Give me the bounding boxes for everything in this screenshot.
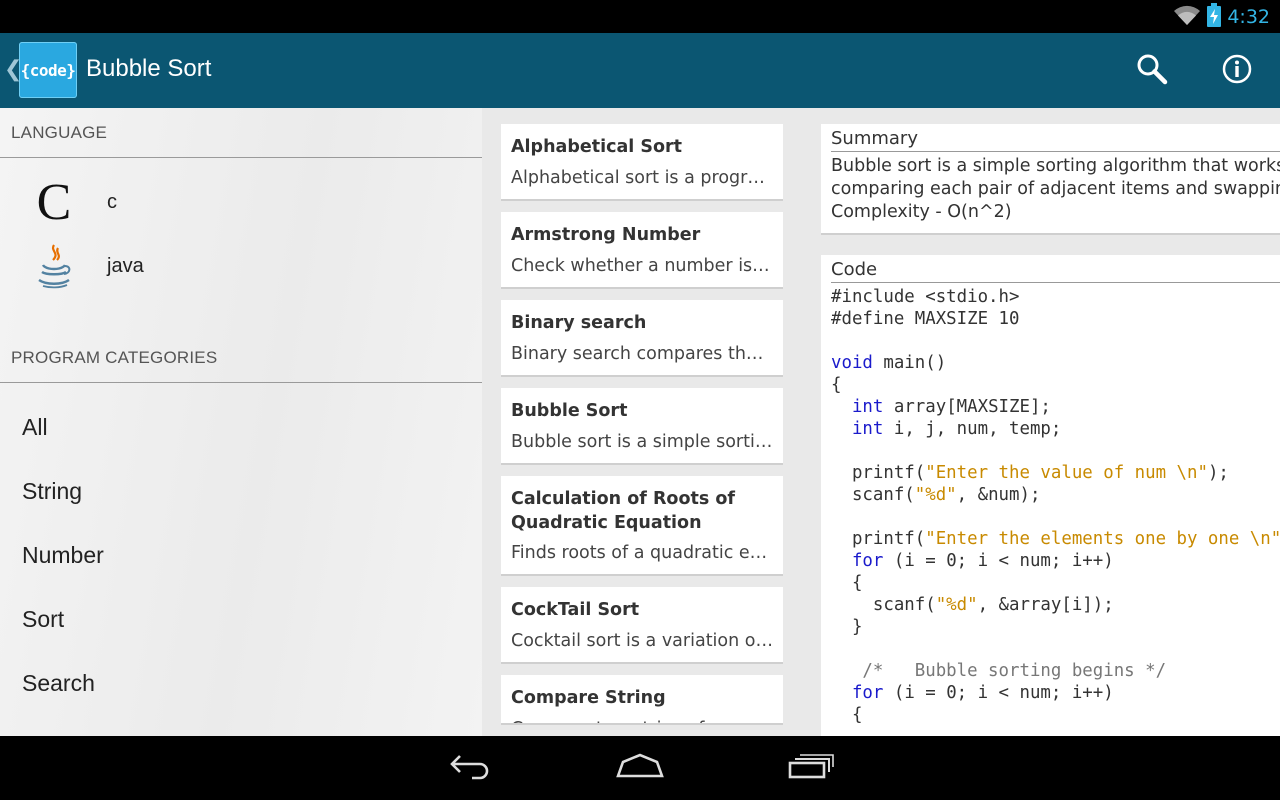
clock: 4:32 xyxy=(1227,5,1270,28)
program-title: Alphabetical Sort xyxy=(511,137,682,157)
category-item-data-structure[interactable]: Data Structure xyxy=(0,715,482,737)
program-description: Bubble sort is a simple sorting algorith… xyxy=(511,432,773,452)
code-block[interactable]: #include <stdio.h> #define MAXSIZE 10 vo… xyxy=(831,283,1280,726)
recent-apps-icon xyxy=(786,752,834,784)
category-item-search[interactable]: Search xyxy=(0,651,482,715)
program-title: Calculation of Roots of Quadratic Equati… xyxy=(511,489,735,533)
program-title: Armstrong Number xyxy=(511,225,701,245)
svg-text:C: C xyxy=(37,177,72,227)
language-item-java[interactable]: java xyxy=(0,234,482,298)
language-item-c[interactable]: C c xyxy=(0,170,482,234)
program-description: Alphabetical sort is a program to sort s… xyxy=(511,168,773,188)
category-item-all[interactable]: All xyxy=(0,395,482,459)
recent-apps-button[interactable] xyxy=(780,748,840,788)
home-icon xyxy=(615,752,665,784)
summary-line: comparing each pair of adjacent items an… xyxy=(831,179,1280,199)
program-card-selected[interactable]: Bubble Sort Bubble sort is a simple sort… xyxy=(501,388,783,465)
program-description: Cocktail sort is a variation of bubble s… xyxy=(511,631,773,651)
program-description: Compare two strings for equality xyxy=(511,717,773,723)
program-title: Compare String xyxy=(511,688,666,708)
wifi-icon xyxy=(1173,4,1201,30)
java-cup-icon xyxy=(24,241,84,291)
program-title: CockTail Sort xyxy=(511,600,640,620)
program-description: Check whether a number is an Armstrong n… xyxy=(511,256,773,276)
program-card[interactable]: Alphabetical Sort Alphabetical sort is a… xyxy=(501,124,783,201)
program-description: Binary search compares the search value … xyxy=(511,344,773,364)
summary-line: Complexity - O(n^2) xyxy=(831,202,1012,222)
program-detail[interactable]: Summary Bubble sort is a simple sorting … xyxy=(802,108,1280,736)
program-title: Bubble Sort xyxy=(511,401,628,421)
category-item-number[interactable]: Number xyxy=(0,523,482,587)
info-button[interactable] xyxy=(1217,51,1257,91)
program-card[interactable]: CockTail Sort Cocktail sort is a variati… xyxy=(501,587,783,664)
code-card: Code #include <stdio.h> #define MAXSIZE … xyxy=(821,255,1280,736)
category-list: All String Number Sort Search Data Struc… xyxy=(0,383,482,737)
language-header: LANGUAGE xyxy=(0,108,482,158)
program-card[interactable]: Binary search Binary search compares the… xyxy=(501,300,783,377)
summary-text: Bubble sort is a simple sorting algorith… xyxy=(831,152,1280,233)
system-navigation-bar xyxy=(0,736,1280,800)
summary-header: Summary xyxy=(831,124,1280,152)
program-card[interactable]: Armstrong Number Check whether a number … xyxy=(501,212,783,289)
status-bar: 4:32 xyxy=(0,0,1280,33)
summary-card: Summary Bubble sort is a simple sorting … xyxy=(821,124,1280,235)
action-bar: ❮ {code} Bubble Sort xyxy=(0,33,1280,108)
search-icon xyxy=(1135,52,1169,90)
navigation-drawer: LANGUAGE C c java PROGRAM CATEGORIES All… xyxy=(0,108,482,736)
page-title: Bubble Sort xyxy=(86,55,212,82)
program-categories-header: PROGRAM CATEGORIES xyxy=(0,333,482,383)
program-card[interactable]: Compare String Compare two strings for e… xyxy=(501,675,783,725)
category-item-string[interactable]: String xyxy=(0,459,482,523)
program-list[interactable]: Alphabetical Sort Alphabetical sort is a… xyxy=(482,108,802,736)
category-item-sort[interactable]: Sort xyxy=(0,587,482,651)
app-logo[interactable]: {code} xyxy=(19,42,77,98)
status-icons: 4:32 xyxy=(1173,0,1270,33)
program-description: Finds roots of a quadratic equation xyxy=(511,543,773,563)
program-card[interactable]: Calculation of Roots of Quadratic Equati… xyxy=(501,476,783,576)
code-header: Code xyxy=(831,255,1280,283)
info-icon xyxy=(1221,53,1253,89)
language-label: c xyxy=(107,190,117,213)
program-title: Binary search xyxy=(511,313,647,333)
summary-line: Bubble sort is a simple sorting algorith… xyxy=(831,156,1280,176)
language-list: C c java xyxy=(0,158,482,333)
search-button[interactable] xyxy=(1132,51,1172,91)
language-label: java xyxy=(107,254,144,277)
back-icon xyxy=(446,752,494,784)
battery-icon xyxy=(1207,2,1222,31)
c-language-icon: C xyxy=(24,177,84,227)
back-button[interactable] xyxy=(440,748,500,788)
home-button[interactable] xyxy=(610,748,670,788)
app-logo-text: {code} xyxy=(20,60,76,80)
